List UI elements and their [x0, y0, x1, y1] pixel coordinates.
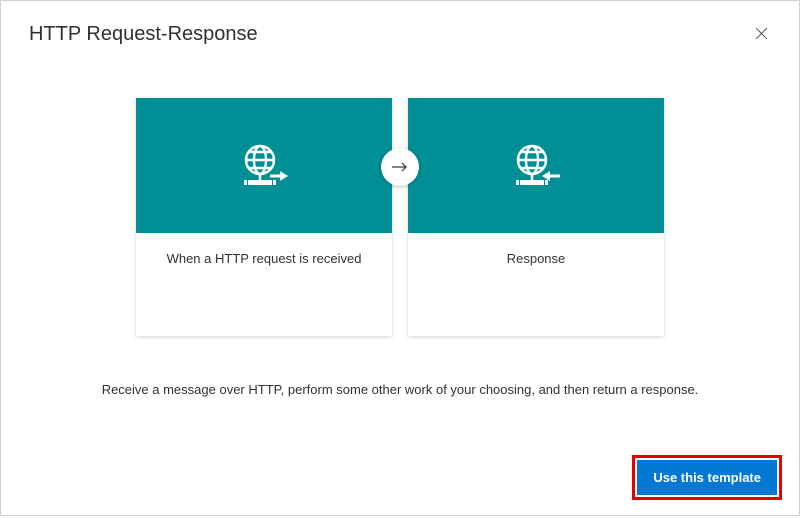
dialog-content: When a HTTP request is received: [1, 98, 799, 336]
dialog-title: HTTP Request-Response: [29, 23, 258, 46]
card-request[interactable]: When a HTTP request is received: [136, 98, 392, 336]
dialog-footer: Use this template: [637, 460, 777, 495]
arrow-right-icon: [391, 161, 409, 173]
http-request-icon: [236, 138, 292, 194]
close-button[interactable]: [751, 23, 771, 43]
card-response-label: Response: [418, 251, 654, 266]
cards-row: When a HTTP request is received: [136, 98, 664, 336]
card-response-body: Response: [408, 233, 664, 336]
card-request-body: When a HTTP request is received: [136, 233, 392, 336]
dialog-header: HTTP Request-Response: [1, 1, 799, 46]
close-icon: [755, 27, 768, 40]
http-response-icon: [508, 138, 564, 194]
use-template-button[interactable]: Use this template: [637, 460, 777, 495]
flow-arrow-container: [373, 98, 427, 186]
flow-arrow-circle: [381, 148, 419, 186]
card-request-icon-area: [136, 98, 392, 233]
card-response-icon-area: [408, 98, 664, 233]
card-request-label: When a HTTP request is received: [146, 251, 382, 266]
template-dialog: HTTP Request-Response: [0, 0, 800, 516]
card-response[interactable]: Response: [408, 98, 664, 336]
template-description: Receive a message over HTTP, perform som…: [1, 382, 799, 397]
